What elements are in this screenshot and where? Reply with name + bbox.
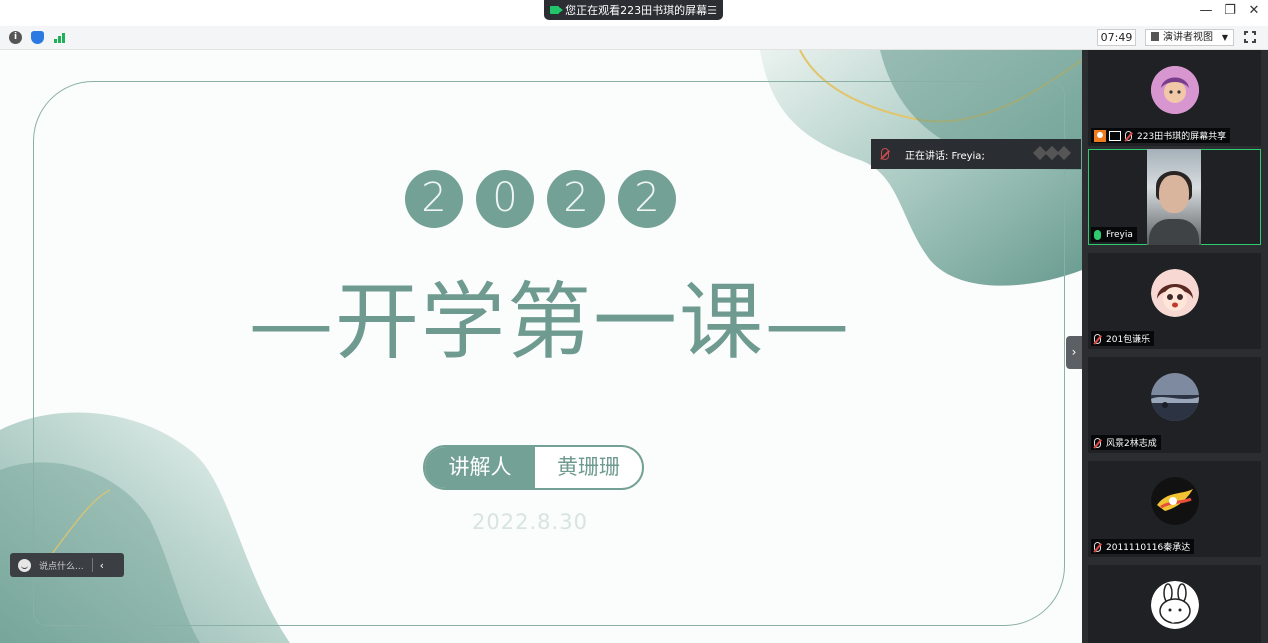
participant-namebar: 风景2林志成 [1091,435,1161,450]
emoji-icon[interactable] [18,558,31,572]
chat-input[interactable]: 说点什么... ‹ [10,553,124,577]
layout-icon [1151,32,1159,41]
minimize-button[interactable]: — [1196,3,1216,18]
mic-muted-icon [1094,437,1101,448]
participant-namebar: 201包谦乐 [1091,331,1155,346]
mic-on-icon [1094,229,1101,240]
participant-name: 2011110116秦承达 [1106,543,1191,553]
year-digit: 0 [476,170,534,228]
shared-screen: 2 0 2 2 —开学第一课— 讲解人 黄珊珊 2022.8.30 正在讲话: … [0,50,1082,643]
menu-icon[interactable]: ☰ [707,4,717,17]
participant-namebar: Freyia [1091,227,1137,242]
host-icon [1094,129,1106,142]
mic-muted-icon [1094,333,1101,344]
presenter-name: 黄珊珊 [557,455,620,479]
participant-namebar: 223田书琪的屏幕共享 [1091,128,1231,143]
slide-headline: —开学第一课— [248,273,851,371]
participant-name: 风景2林志成 [1106,439,1157,449]
close-button[interactable]: ✕ [1244,3,1264,18]
fullscreen-icon[interactable] [1243,30,1257,44]
participant-tile[interactable]: 201包谦乐 [1088,253,1261,349]
avatar [1151,66,1199,114]
participant-name: Freyia [1106,229,1133,240]
meeting-toolbar: i 07:49 演讲者视图 ▼ [0,26,1268,50]
slide-date: 2022.8.30 [472,510,588,534]
screen-share-banner[interactable]: 您正在观看223田书琪的屏幕 ☰ [544,0,723,20]
screen-share-icon [1109,130,1121,141]
shield-icon[interactable] [31,31,44,44]
speaking-text: 正在讲话: Freyia; [905,150,985,162]
year-digit: 2 [547,170,605,228]
participant-tile[interactable]: 风景2林志成 [1088,357,1261,453]
signal-strength-icon[interactable] [53,31,67,44]
participant-name: 223田书琪的屏幕共享 [1137,132,1227,142]
participant-tile[interactable] [1088,565,1261,643]
slide-year: 2 0 2 2 [405,170,676,228]
speaking-indicator: 正在讲话: Freyia; [871,139,1081,169]
chevron-left-icon[interactable]: ‹ [100,559,104,572]
camera-icon [550,6,564,14]
participant-namebar: 2011110116秦承达 [1091,539,1195,554]
info-icon[interactable]: i [9,31,22,44]
video-figure [1149,219,1199,245]
view-mode-dropdown[interactable]: 演讲者视图 ▼ [1145,29,1234,46]
avatar [1151,269,1199,317]
divider [91,558,93,572]
participant-video [1147,149,1201,245]
avatar [1151,373,1199,421]
participant-tile[interactable]: 2011110116秦承达 [1088,461,1261,557]
meeting-timer: 07:49 [1097,29,1136,46]
avatar [1151,477,1199,525]
mic-muted-icon [1125,130,1132,141]
share-banner-text: 您正在观看223田书琪的屏幕 [565,4,708,17]
participant-tile[interactable]: 223田书琪的屏幕共享 [1088,50,1261,146]
video-figure [1159,175,1189,213]
sidebar-collapse-handle[interactable]: › [1066,336,1082,369]
chevron-down-icon: ▼ [1221,33,1228,42]
participant-name: 201包谦乐 [1106,335,1151,345]
chat-placeholder: 说点什么... [39,561,84,572]
presenter-badge: 讲解人 黄珊珊 [423,445,644,490]
window-titlebar: 您正在观看223田书琪的屏幕 ☰ — ❐ ✕ [0,0,1268,26]
view-mode-label: 演讲者视图 [1163,32,1213,43]
participant-sidebar: ︿ 223田书琪的屏幕共享 Freyia 201包谦乐 [1082,50,1268,643]
activity-icon [1032,145,1072,161]
year-digit: 2 [405,170,463,228]
restore-button[interactable]: ❐ [1220,3,1240,18]
presenter-label: 讲解人 [425,447,535,488]
mic-muted-icon [881,148,889,160]
year-digit: 2 [618,170,676,228]
chevron-down-icon[interactable]: ﹀ [1168,616,1178,631]
mic-muted-icon [1094,541,1101,552]
